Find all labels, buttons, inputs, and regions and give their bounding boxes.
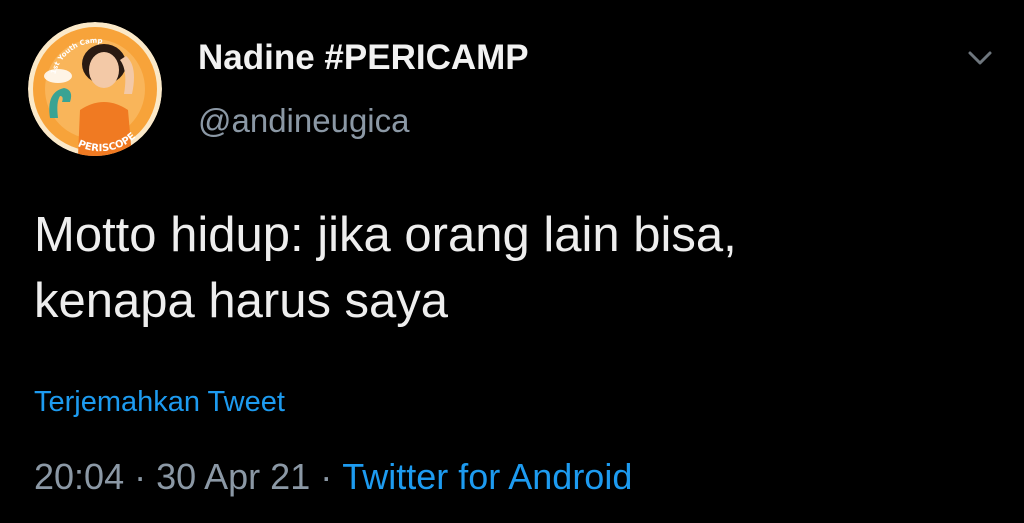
tweet-time[interactable]: 20:04 bbox=[34, 456, 124, 497]
separator: · bbox=[134, 456, 147, 497]
tweet-date[interactable]: 30 Apr 21 bbox=[156, 456, 310, 497]
translate-tweet-link[interactable]: Terjemahkan Tweet bbox=[34, 386, 285, 419]
tweet-metadata: 20:04 · 30 Apr 21 · Twitter for Android bbox=[34, 456, 632, 498]
tweet-text-line: kenapa harus saya bbox=[34, 274, 449, 328]
tweet: 1st Youth Camp PERISCOPE Nadine #PERICAM… bbox=[0, 0, 1024, 523]
display-name[interactable]: Nadine #PERICAMP bbox=[198, 38, 529, 78]
chevron-down-icon bbox=[968, 51, 992, 65]
avatar[interactable]: 1st Youth Camp PERISCOPE bbox=[28, 22, 162, 156]
more-options-button[interactable] bbox=[960, 40, 1000, 76]
user-handle[interactable]: @andineugica bbox=[198, 102, 410, 140]
tweet-text: Motto hidup: jika orang lain bisa, kenap… bbox=[34, 202, 994, 334]
avatar-image: 1st Youth Camp PERISCOPE bbox=[28, 22, 162, 156]
tweet-source-link[interactable]: Twitter for Android bbox=[342, 456, 632, 497]
tweet-text-line: Motto hidup: jika orang lain bisa, bbox=[34, 208, 737, 262]
separator: · bbox=[320, 456, 333, 497]
